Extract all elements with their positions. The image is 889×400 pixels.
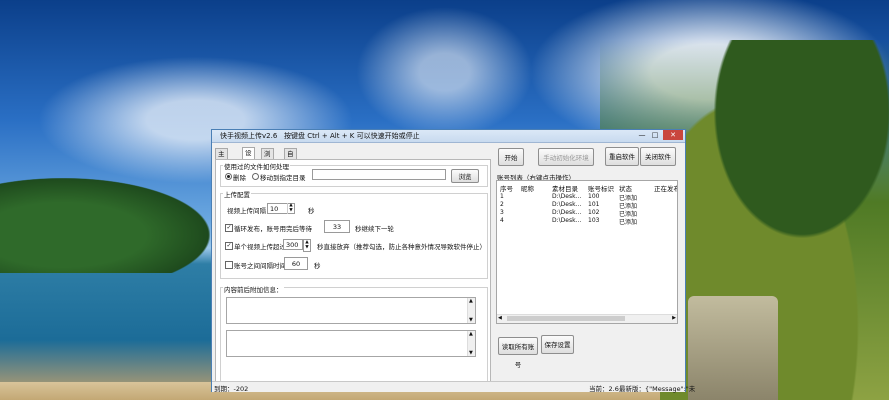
browse-button[interactable]: 浏览 [451, 169, 479, 183]
maximize-icon[interactable]: □ [649, 130, 661, 140]
row-index: 3 [500, 209, 504, 216]
row-id: 100 [588, 193, 600, 200]
current-version: 当前：2.6 [589, 385, 619, 393]
loop-wait-input[interactable]: 33 [324, 220, 350, 233]
single-timeout-suffix: 秒直接放弃（推荐勾选，防止各种意外情况导致软件停止） [317, 243, 486, 251]
minimize-icon[interactable]: — [636, 130, 648, 140]
delete-label: 删除 [233, 174, 246, 182]
spinner-arrows-icon[interactable]: ▲ ▼ [287, 203, 294, 214]
wallpaper-bench [688, 296, 778, 400]
row-index: 2 [500, 201, 504, 208]
loop-suffix: 秒继续下一轮 [355, 225, 394, 233]
horizontal-scrollbar[interactable]: ◀ ▶ [497, 314, 677, 323]
video-interval-value: 10 [270, 205, 279, 213]
column-header[interactable]: 序号 [500, 183, 513, 193]
scroll-right-icon[interactable]: ▶ [672, 315, 676, 321]
tab-auto-ops[interactable]: 自动操作 [284, 148, 297, 188]
app-window: 快手视频上传v2.6 按键盘 Ctrl + Alt + K 可以快速开始或停止 … [211, 129, 695, 393]
init-env-button[interactable]: 手动初始化环境 [538, 148, 594, 166]
delete-radio[interactable] [225, 173, 232, 180]
seconds-unit-2: 秒 [314, 262, 321, 270]
move-label: 移动到指定目录 [260, 174, 306, 182]
scroll-left-icon[interactable]: ◀ [498, 315, 502, 321]
seconds-unit: 秒 [308, 207, 315, 215]
column-header[interactable]: 素材目录 [552, 183, 578, 193]
single-timeout-label: 单个视频上传超过 [234, 243, 286, 251]
table-row[interactable]: 4 D:\Desk… 103 已添加 [497, 217, 677, 226]
scrollbar[interactable]: ▲ ▼ [467, 331, 475, 356]
account-list[interactable]: 序号 昵称 素材目录 账号标识 状态 正在发布 1 D:\Desk… 100 已… [496, 180, 678, 324]
wallpaper-island [0, 178, 210, 273]
restart-button[interactable]: 重启软件 [605, 147, 639, 166]
settings-panel: 使用过的文件如何处理 删除 移动到指定目录 浏览 上传配置 视频上传间隔 10 … [215, 159, 491, 385]
scroll-thumb[interactable] [507, 316, 625, 321]
status-bar: 到期：-202 当前：2.6 最新版：{"Message":"未 [212, 381, 695, 393]
move-radio[interactable] [252, 173, 259, 180]
column-header[interactable]: 状态 [619, 183, 632, 193]
read-accounts-button[interactable]: 读取所有账号 [498, 337, 538, 369]
row-index: 4 [500, 217, 504, 224]
column-header[interactable]: 账号标识 [588, 183, 614, 193]
scrollbar[interactable]: ▲ ▼ [467, 298, 475, 323]
save-settings-button[interactable]: 保存设置 [541, 335, 574, 354]
row-dir: D:\Desk… [552, 193, 582, 200]
row-id: 103 [588, 217, 600, 224]
upload-config-label: 上传配置 [223, 189, 251, 199]
used-files-label: 使用过的文件如何处理 [223, 161, 290, 171]
content-suffix-textarea[interactable]: ▲ ▼ [226, 330, 476, 357]
latest-version: 最新版：{"Message":"未 [619, 385, 696, 393]
spinner-arrows-icon[interactable]: ▲ ▼ [303, 239, 311, 252]
hotkey-hint: 按键盘 Ctrl + Alt + K 可以快速开始或停止 [284, 132, 420, 140]
video-interval-label: 视频上传间隔 [227, 207, 266, 215]
close-app-button[interactable]: 关闭软件 [640, 147, 676, 166]
move-dir-input[interactable] [312, 169, 446, 180]
row-status: 已添加 [619, 219, 638, 226]
column-header[interactable]: 正在发布 [654, 183, 677, 193]
tab-settings[interactable]: 设置 [242, 147, 255, 167]
single-timeout-input[interactable]: 300 [283, 239, 303, 250]
single-timeout-checkbox[interactable]: ✓ [225, 242, 233, 250]
row-id: 101 [588, 201, 600, 208]
table-row[interactable]: 2 D:\Desk… 101 已添加 [497, 201, 677, 210]
tab-main[interactable]: 主界面 [215, 148, 228, 178]
row-dir: D:\Desk… [552, 217, 582, 224]
loop-label: 循环发布，账号用完后等待 [234, 225, 312, 233]
column-header[interactable]: 昵称 [521, 183, 534, 193]
close-icon[interactable]: ✕ [663, 130, 683, 140]
window-title: 快手视频上传v2.6 [220, 132, 278, 140]
tab-browser[interactable]: 浏览器 [261, 148, 274, 178]
expiry-status: 到期：-202 [214, 385, 249, 393]
row-dir: D:\Desk… [552, 201, 582, 208]
row-id: 102 [588, 209, 600, 216]
account-interval-input[interactable]: 60 [284, 257, 308, 270]
content-prefix-textarea[interactable]: ▲ ▼ [226, 297, 476, 324]
scroll-down-icon[interactable]: ▼ [469, 317, 473, 323]
video-interval-input[interactable]: 10 ▲ ▼ [267, 203, 295, 214]
account-interval-checkbox[interactable] [225, 261, 233, 269]
row-index: 1 [500, 193, 504, 200]
start-button[interactable]: 开始 [498, 148, 524, 166]
loop-checkbox[interactable]: ✓ [225, 224, 233, 232]
row-dir: D:\Desk… [552, 209, 582, 216]
scroll-up-icon[interactable]: ▲ [469, 298, 473, 304]
table-row[interactable]: 1 D:\Desk… 100 已添加 [497, 193, 677, 202]
content-extra-label: 内容前后附加信息： [223, 284, 284, 294]
title-bar[interactable]: 快手视频上传v2.6 按键盘 Ctrl + Alt + K 可以快速开始或停止 … [212, 130, 685, 143]
scroll-up-icon[interactable]: ▲ [469, 331, 473, 337]
account-interval-label: 账号之间间隔时间 [234, 262, 286, 270]
scroll-down-icon[interactable]: ▼ [469, 350, 473, 356]
table-row[interactable]: 3 D:\Desk… 102 已添加 [497, 209, 677, 218]
